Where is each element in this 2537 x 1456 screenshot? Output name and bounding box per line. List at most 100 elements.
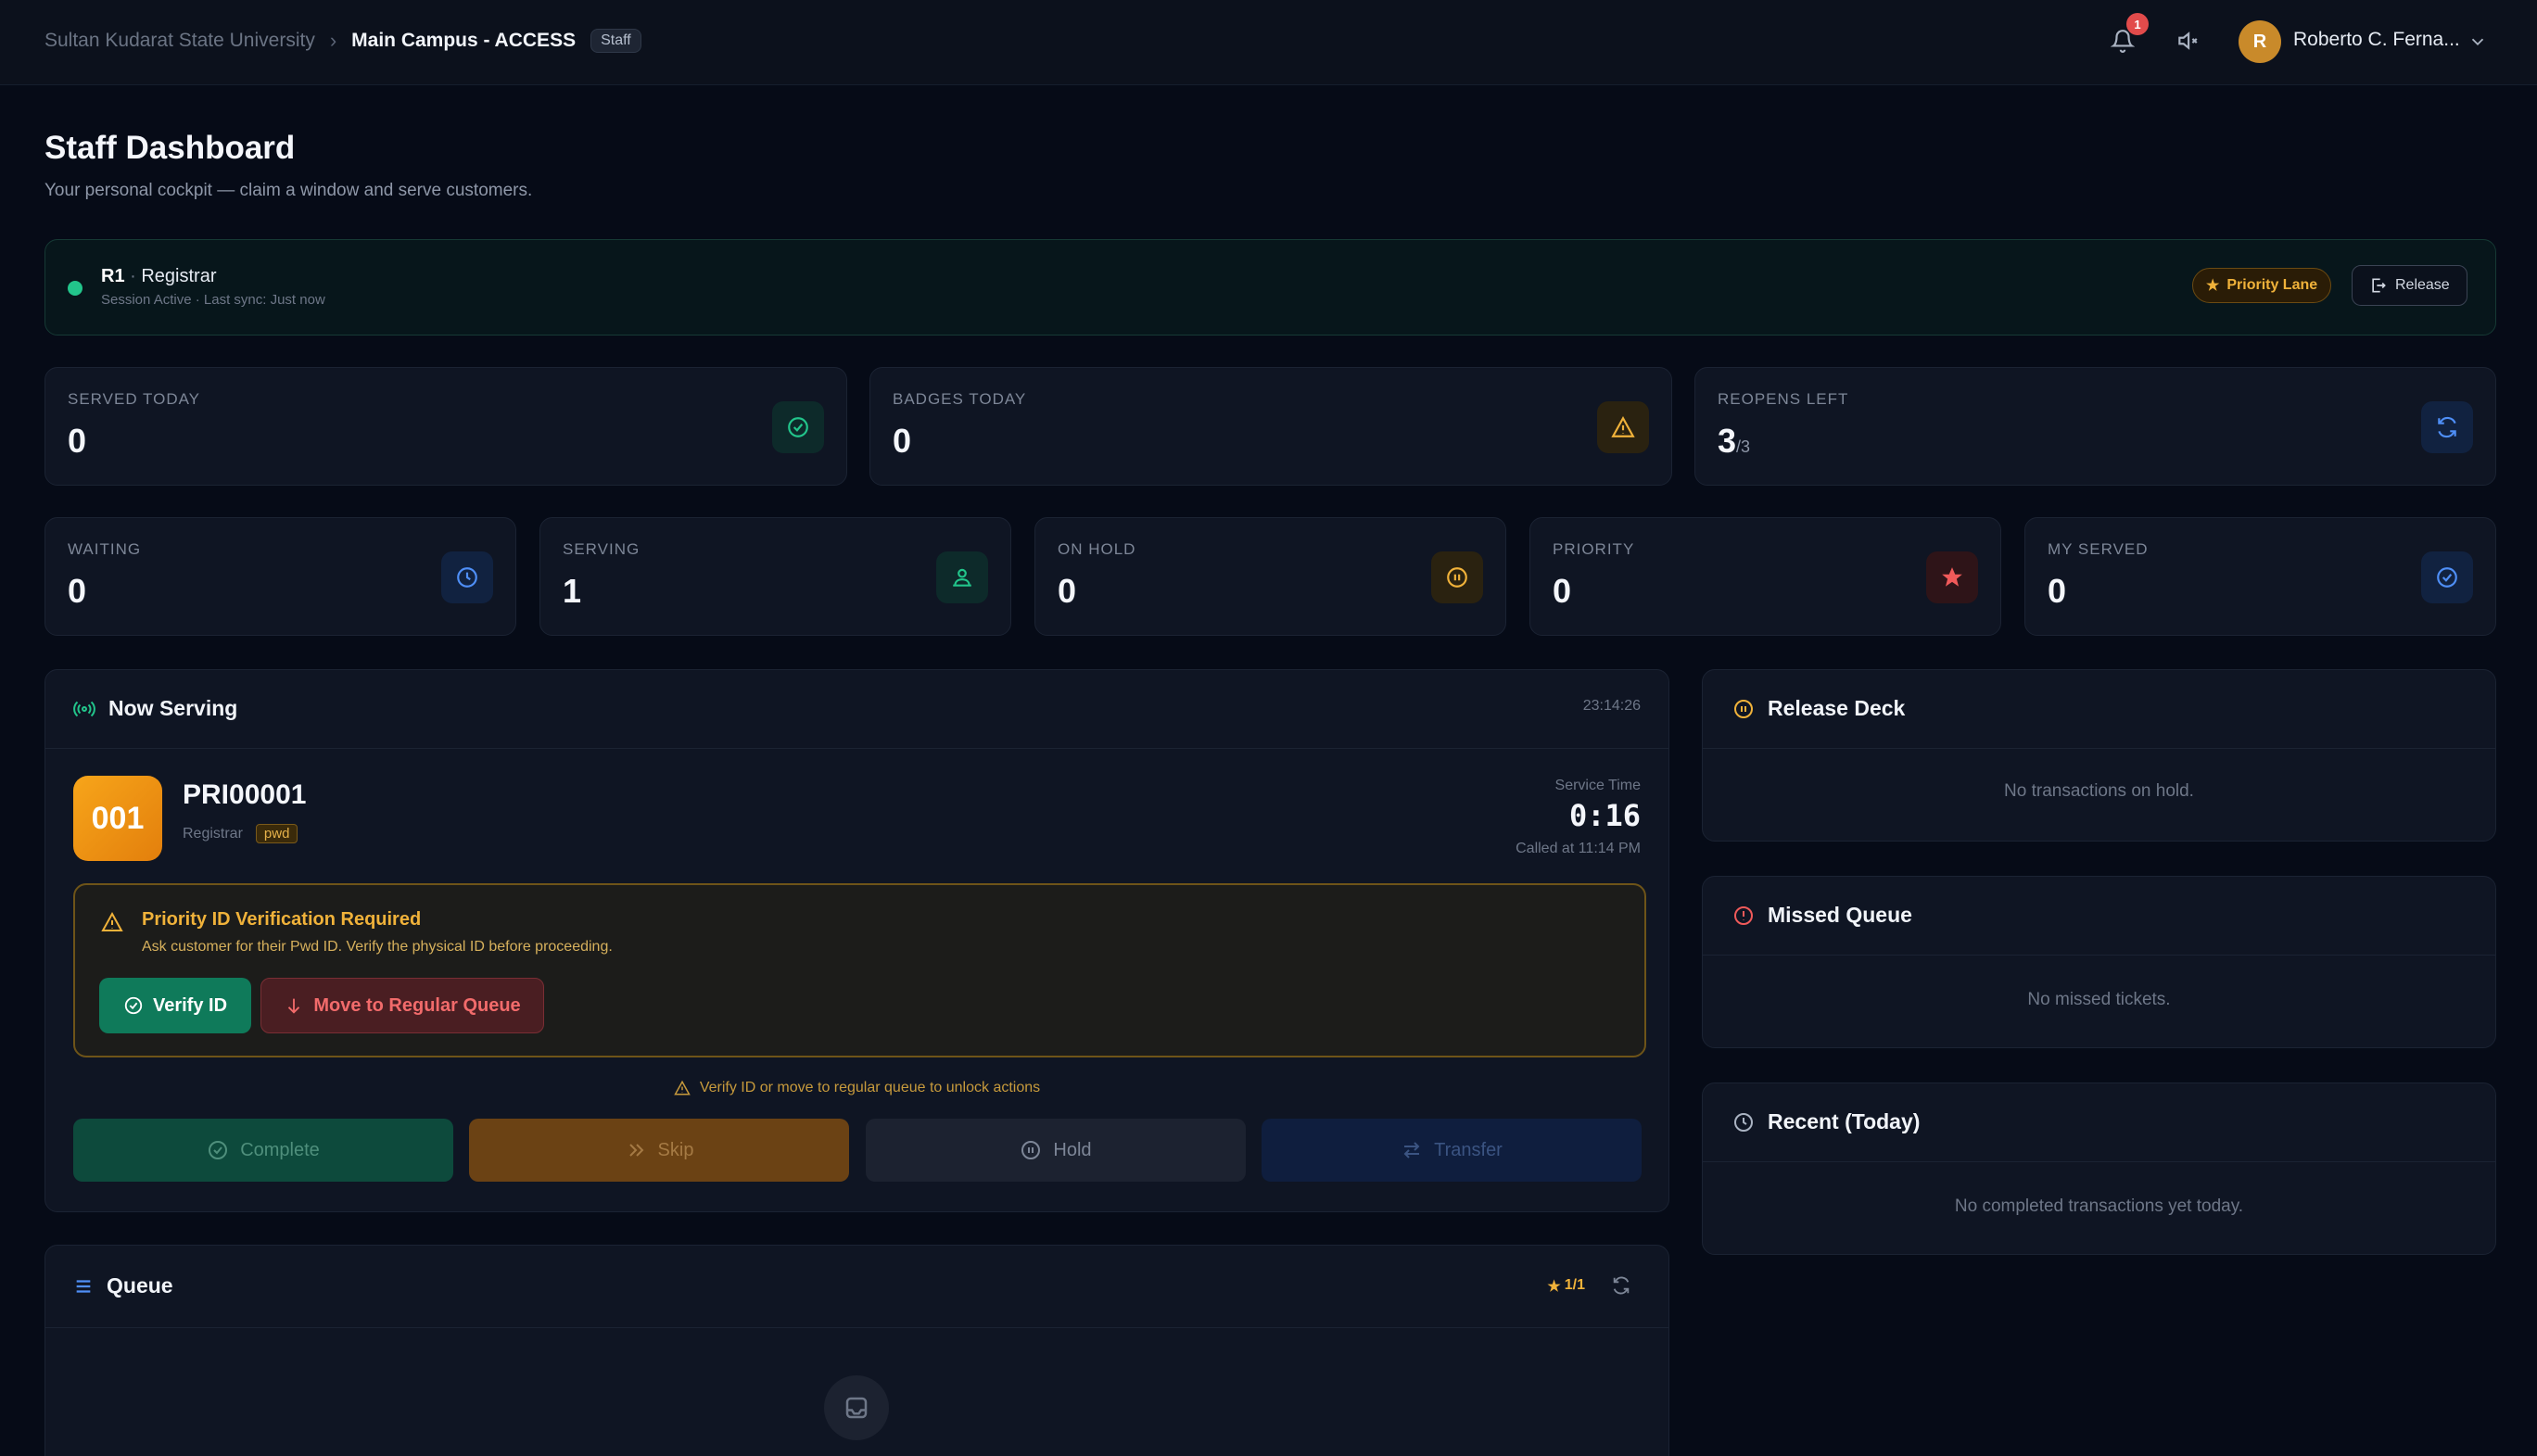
- breadcrumb-campus[interactable]: Main Campus - ACCESS: [351, 30, 576, 52]
- hold-label: Hold: [1053, 1139, 1092, 1160]
- hold-button[interactable]: Hold: [866, 1119, 1246, 1182]
- missed-queue-title: Missed Queue: [1768, 903, 1912, 927]
- move-to-regular-queue-button[interactable]: Move to Regular Queue: [260, 978, 544, 1033]
- now-serving-panel: Now Serving 23:14:26 001 PRI00001 Regist…: [44, 669, 1669, 1212]
- breadcrumb-separator-icon: ›: [329, 29, 337, 52]
- avatar[interactable]: R: [2239, 20, 2281, 63]
- window-code: R1: [101, 266, 125, 286]
- complete-button[interactable]: Complete: [73, 1119, 453, 1182]
- priority-tag: pwd: [255, 824, 298, 843]
- ticket-number-badge: 001: [73, 776, 162, 861]
- breadcrumb-university[interactable]: Sultan Kudarat State University: [44, 30, 315, 52]
- stat-label: ON HOLD: [1058, 540, 1136, 558]
- broadcast-icon: [73, 701, 95, 716]
- now-serving-title: Now Serving: [108, 696, 238, 720]
- check-circle-icon: [2421, 551, 2473, 603]
- stat-label: BADGES TODAY: [893, 390, 1027, 408]
- queue-panel: Queue ★ 1/1: [44, 1245, 1669, 1456]
- priority-count: ★ 1/1: [1547, 1277, 1585, 1296]
- star-icon: [1926, 551, 1978, 603]
- verification-text: Ask customer for their Pwd ID. Verify th…: [142, 939, 613, 955]
- session-window: R1 · Registrar: [101, 266, 217, 286]
- stat-value: 1: [563, 572, 582, 610]
- refresh-icon: [2421, 401, 2473, 453]
- verify-id-button[interactable]: Verify ID: [99, 978, 251, 1033]
- stat-card-priority: PRIORITY 0: [1529, 517, 2001, 636]
- reopens-value: 3: [1718, 422, 1737, 460]
- inbox-icon: [824, 1375, 889, 1440]
- priority-lane-label: Priority Lane: [2226, 277, 2318, 293]
- ticket-code: PRI00001: [183, 779, 307, 810]
- ticket-service: Registrar: [183, 825, 243, 842]
- stat-card-serving: SERVING 1: [539, 517, 1011, 636]
- clock-icon: [1734, 1112, 1753, 1132]
- stat-label: SERVED TODAY: [68, 390, 201, 408]
- queue-title: Queue: [107, 1273, 173, 1298]
- window-name: Registrar: [141, 266, 217, 286]
- stat-value: 0: [1058, 572, 1077, 610]
- stat-card-on-hold: ON HOLD 0: [1034, 517, 1506, 636]
- now-serving-header: Now Serving: [73, 696, 237, 721]
- user-name[interactable]: Roberto C. Ferna...: [2293, 29, 2460, 51]
- recent-today-header: Recent (Today): [1732, 1109, 1920, 1134]
- recent-today-empty: No completed transactions yet today.: [1954, 1196, 2244, 1216]
- page-subtitle: Your personal cockpit — claim a window a…: [44, 181, 533, 200]
- stat-card-waiting: WAITING 0: [44, 517, 516, 636]
- person-serving-icon: [936, 551, 988, 603]
- skip-button[interactable]: Skip: [469, 1119, 849, 1182]
- service-time-label: Service Time: [1554, 778, 1641, 793]
- stat-value: 0: [68, 422, 87, 460]
- role-badge: Staff: [590, 29, 641, 53]
- verify-id-label: Verify ID: [152, 994, 228, 1016]
- unlock-hint-text: Verify ID or move to regular queue to un…: [699, 1080, 1041, 1095]
- recent-today-panel: Recent (Today) No completed transactions…: [1702, 1083, 2496, 1255]
- list-icon: [76, 1279, 91, 1293]
- ticket-meta: Registrar pwd: [183, 824, 298, 843]
- mute-button[interactable]: [2167, 20, 2208, 61]
- priority-lane-button[interactable]: ★ Priority Lane: [2192, 268, 2332, 303]
- chevron-down-icon[interactable]: [2467, 32, 2488, 52]
- notification-count-badge: 1: [2126, 13, 2149, 35]
- refresh-icon: [1613, 1276, 1630, 1295]
- clock-readout: 23:14:26: [1582, 698, 1641, 714]
- transfer-label: Transfer: [1434, 1139, 1503, 1160]
- verification-title: Priority ID Verification Required: [142, 909, 422, 930]
- stat-card-served-today: SERVED TODAY 0: [44, 367, 847, 486]
- release-deck-title: Release Deck: [1768, 696, 1906, 720]
- move-to-regular-queue-label: Move to Regular Queue: [313, 994, 521, 1016]
- queue-refresh-button[interactable]: [1611, 1275, 1631, 1296]
- transfer-button[interactable]: Transfer: [1262, 1119, 1642, 1182]
- warning-triangle-icon: [101, 911, 123, 933]
- priority-count-value: 1/1: [1564, 1277, 1585, 1293]
- missed-queue-panel: Missed Queue No missed tickets.: [1702, 876, 2496, 1048]
- warning-triangle-icon: [674, 1080, 691, 1095]
- missed-queue-header: Missed Queue: [1732, 903, 1912, 928]
- double-chevron-right-icon: [628, 1144, 643, 1157]
- unlock-hint: Verify ID or move to regular queue to un…: [45, 1080, 1668, 1096]
- pause-circle-icon: [1021, 1141, 1041, 1159]
- missed-queue-empty: No missed tickets.: [2027, 990, 2171, 1009]
- check-circle-icon: [772, 401, 824, 453]
- clock-icon: [441, 551, 493, 603]
- service-time: 0:16: [1568, 798, 1641, 833]
- stat-label: MY SERVED: [2048, 540, 2149, 558]
- release-deck-header: Release Deck: [1732, 696, 1905, 721]
- check-circle-icon: [209, 1141, 228, 1159]
- session-bar: R1 · Registrar Session Active · Last syn…: [44, 239, 2496, 336]
- release-deck-empty: No transactions on hold.: [2004, 781, 2194, 801]
- complete-label: Complete: [240, 1139, 320, 1160]
- skip-label: Skip: [657, 1139, 694, 1160]
- release-button[interactable]: Release: [2352, 265, 2467, 306]
- star-icon: ★: [2206, 278, 2220, 294]
- pause-circle-icon: [1431, 551, 1483, 603]
- divider: [45, 1327, 1668, 1328]
- logout-icon: [2372, 278, 2386, 293]
- queue-header: Queue: [73, 1273, 173, 1298]
- release-deck-panel: Release Deck No transactions on hold.: [1702, 669, 2496, 842]
- stat-card-my-served: MY SERVED 0: [2024, 517, 2496, 636]
- pause-circle-icon: [1734, 699, 1753, 718]
- top-bar: Sultan Kudarat State University › Main C…: [0, 0, 2537, 85]
- stat-card-badges-today: BADGES TODAY 0: [869, 367, 1672, 486]
- release-label: Release: [2395, 277, 2450, 293]
- stat-value: 0: [1553, 572, 1572, 610]
